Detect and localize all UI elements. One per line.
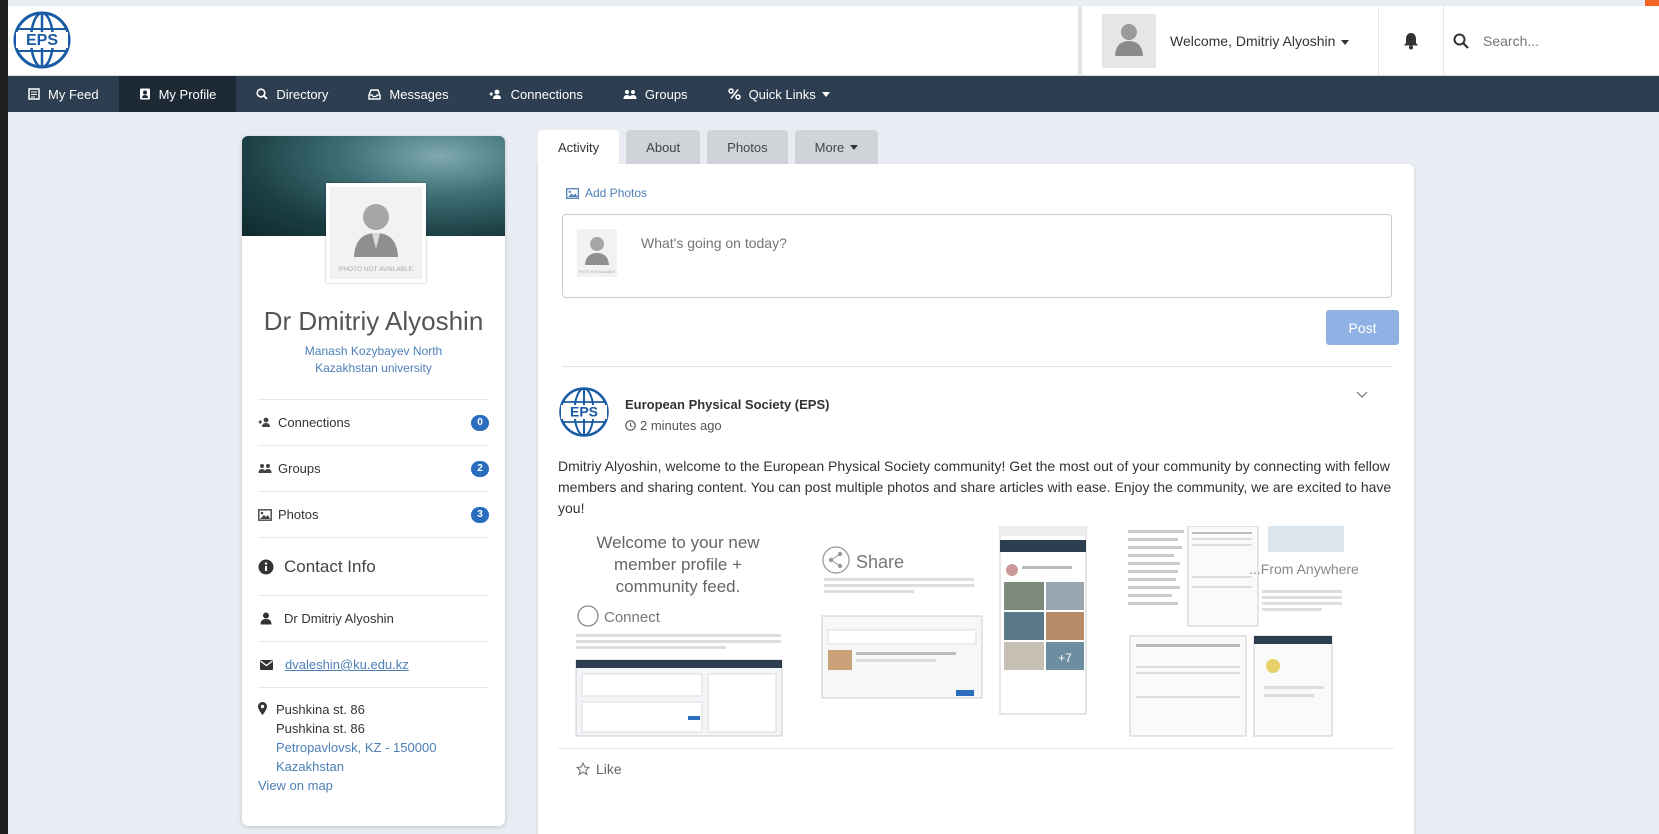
view-on-map-link[interactable]: View on map — [258, 776, 489, 795]
search-icon — [1453, 33, 1469, 49]
image-icon — [258, 508, 272, 521]
svg-text:Share: Share — [856, 552, 904, 572]
stat-connections[interactable]: Connections 0 — [258, 400, 489, 446]
add-photos-link[interactable]: Add Photos — [566, 186, 647, 200]
svg-text:Connect: Connect — [604, 609, 661, 626]
nav-my-feed[interactable]: My Feed — [8, 76, 119, 112]
info-icon — [258, 559, 274, 574]
main-nav: My Feed My Profile Directory Messages Co… — [8, 76, 1659, 112]
inbox-icon — [368, 88, 382, 100]
tab-more[interactable]: More — [794, 130, 879, 164]
svg-text:EPS: EPS — [570, 404, 598, 420]
chevron-down-icon — [821, 91, 830, 97]
post-composer[interactable]: PHOTO NOT AVAILABLE — [562, 214, 1392, 298]
address-city: Petropavlovsk, KZ - 150000 — [276, 740, 437, 755]
feed-message: Dmitriy Alyoshin, welcome to the Europea… — [558, 458, 1392, 516]
profile-photo[interactable]: PHOTO NOT AVAILABLE — [326, 183, 426, 283]
svg-text:PHOTO NOT AVAILABLE: PHOTO NOT AVAILABLE — [339, 266, 414, 273]
nav-directory[interactable]: Directory — [236, 76, 348, 112]
activity-panel: Add Photos PHOTO NOT AVAILABLE Post EPS … — [538, 164, 1414, 834]
eps-avatar[interactable]: EPS — [558, 386, 610, 438]
feed-icon — [28, 88, 40, 100]
address-line-2: Pushkina st. 86 — [276, 721, 365, 736]
svg-text:EPS: EPS — [26, 32, 58, 49]
chevron-down-icon — [850, 144, 859, 150]
svg-text:community feed.: community feed. — [616, 577, 741, 596]
user-avatar: PHOTO NOT AVAILABLE — [577, 229, 617, 277]
count-badge: 3 — [471, 506, 489, 523]
svg-text:PHOTO NOT AVAILABLE: PHOTO NOT AVAILABLE — [579, 270, 615, 274]
nav-messages[interactable]: Messages — [348, 76, 468, 112]
count-badge: 0 — [471, 414, 489, 431]
count-badge: 2 — [471, 460, 489, 477]
address-country: Kazakhstan — [276, 759, 344, 774]
user-avatar — [1102, 14, 1156, 68]
eps-logo[interactable]: EPS — [12, 10, 72, 70]
profile-name: Dr Dmitriy Alyoshin — [263, 306, 484, 336]
nav-groups[interactable]: Groups — [603, 76, 708, 112]
feed-author[interactable]: European Physical Society (EPS) — [625, 397, 829, 412]
anywhere-image[interactable]: ...From Anywhere — [1128, 526, 1368, 738]
star-icon — [576, 761, 590, 776]
stat-photos[interactable]: Photos 3 — [258, 492, 489, 538]
avatar-placeholder-icon: PHOTO NOT AVAILABLE — [330, 187, 422, 279]
profile-tabs: Activity About Photos More — [538, 130, 885, 164]
feed-image-collage[interactable]: Welcome to your new member profile + com… — [558, 526, 1378, 744]
contact-name: Dr Dmitriy Alyoshin — [258, 596, 489, 642]
map-marker-icon — [258, 702, 267, 715]
like-button[interactable]: Like — [558, 748, 1394, 788]
post-button[interactable]: Post — [1326, 310, 1399, 345]
chevron-down-icon — [1341, 39, 1350, 45]
user-icon — [260, 612, 272, 625]
profile-card: PHOTO NOT AVAILABLE Dr Dmitriy Alyoshin … — [242, 136, 505, 826]
profile-organization[interactable]: Manash Kozybayev North Kazakhstan univer… — [272, 343, 475, 377]
top-header: EPS Welcome, Dmitriy Alyoshin — [8, 6, 1659, 76]
welcome-image-title: Welcome to your new — [596, 533, 760, 552]
connections-icon — [258, 417, 270, 427]
address-line-1: Pushkina st. 86 — [276, 702, 365, 717]
image-icon — [566, 187, 579, 199]
chevron-down-icon[interactable] — [1355, 390, 1369, 399]
search-area — [1453, 6, 1633, 76]
divider — [562, 366, 1392, 367]
contact-address: Pushkina st. 86 Pushkina st. 86 Petropav… — [258, 700, 489, 795]
search-input[interactable] — [1483, 33, 1633, 49]
svg-text:member profile +: member profile + — [614, 555, 742, 574]
connections-icon — [489, 89, 501, 99]
tab-photos[interactable]: Photos — [707, 130, 788, 164]
profile-icon — [139, 88, 150, 100]
feed-timestamp: 2 minutes ago — [625, 418, 722, 433]
svg-text:...From Anywhere: ...From Anywhere — [1249, 561, 1359, 577]
tab-about[interactable]: About — [626, 130, 701, 164]
nav-connections[interactable]: Connections — [469, 76, 603, 112]
search-icon — [256, 88, 269, 100]
contact-info-heading: Contact Info — [258, 538, 489, 596]
link-icon — [727, 88, 741, 100]
stat-groups[interactable]: Groups 2 — [258, 446, 489, 492]
welcome-text[interactable]: Welcome, Dmitriy Alyoshin — [1170, 33, 1350, 49]
notifications-button[interactable] — [1378, 6, 1444, 76]
clock-icon — [625, 420, 636, 431]
tab-activity[interactable]: Activity — [538, 130, 620, 164]
nav-my-profile[interactable]: My Profile — [118, 76, 237, 112]
share-image[interactable]: Share +7 — [818, 526, 1098, 738]
svg-text:+7: +7 — [1058, 651, 1072, 665]
groups-icon — [258, 464, 272, 473]
nav-quick-links[interactable]: Quick Links — [708, 76, 850, 112]
groups-icon — [623, 89, 637, 99]
status-input[interactable] — [641, 235, 1341, 251]
user-menu[interactable]: Welcome, Dmitriy Alyoshin — [1078, 6, 1369, 76]
contact-email[interactable]: dvaleshin@ku.edu.kz — [258, 642, 489, 688]
bell-icon — [1404, 33, 1418, 50]
app-frame: EPS Welcome, Dmitriy Alyoshin Search... … — [8, 0, 1659, 834]
profile-stats: Connections 0 Groups 2 Photos 3 — [258, 399, 489, 538]
envelope-icon — [260, 659, 273, 670]
welcome-image[interactable]: Welcome to your new member profile + com… — [558, 526, 788, 738]
